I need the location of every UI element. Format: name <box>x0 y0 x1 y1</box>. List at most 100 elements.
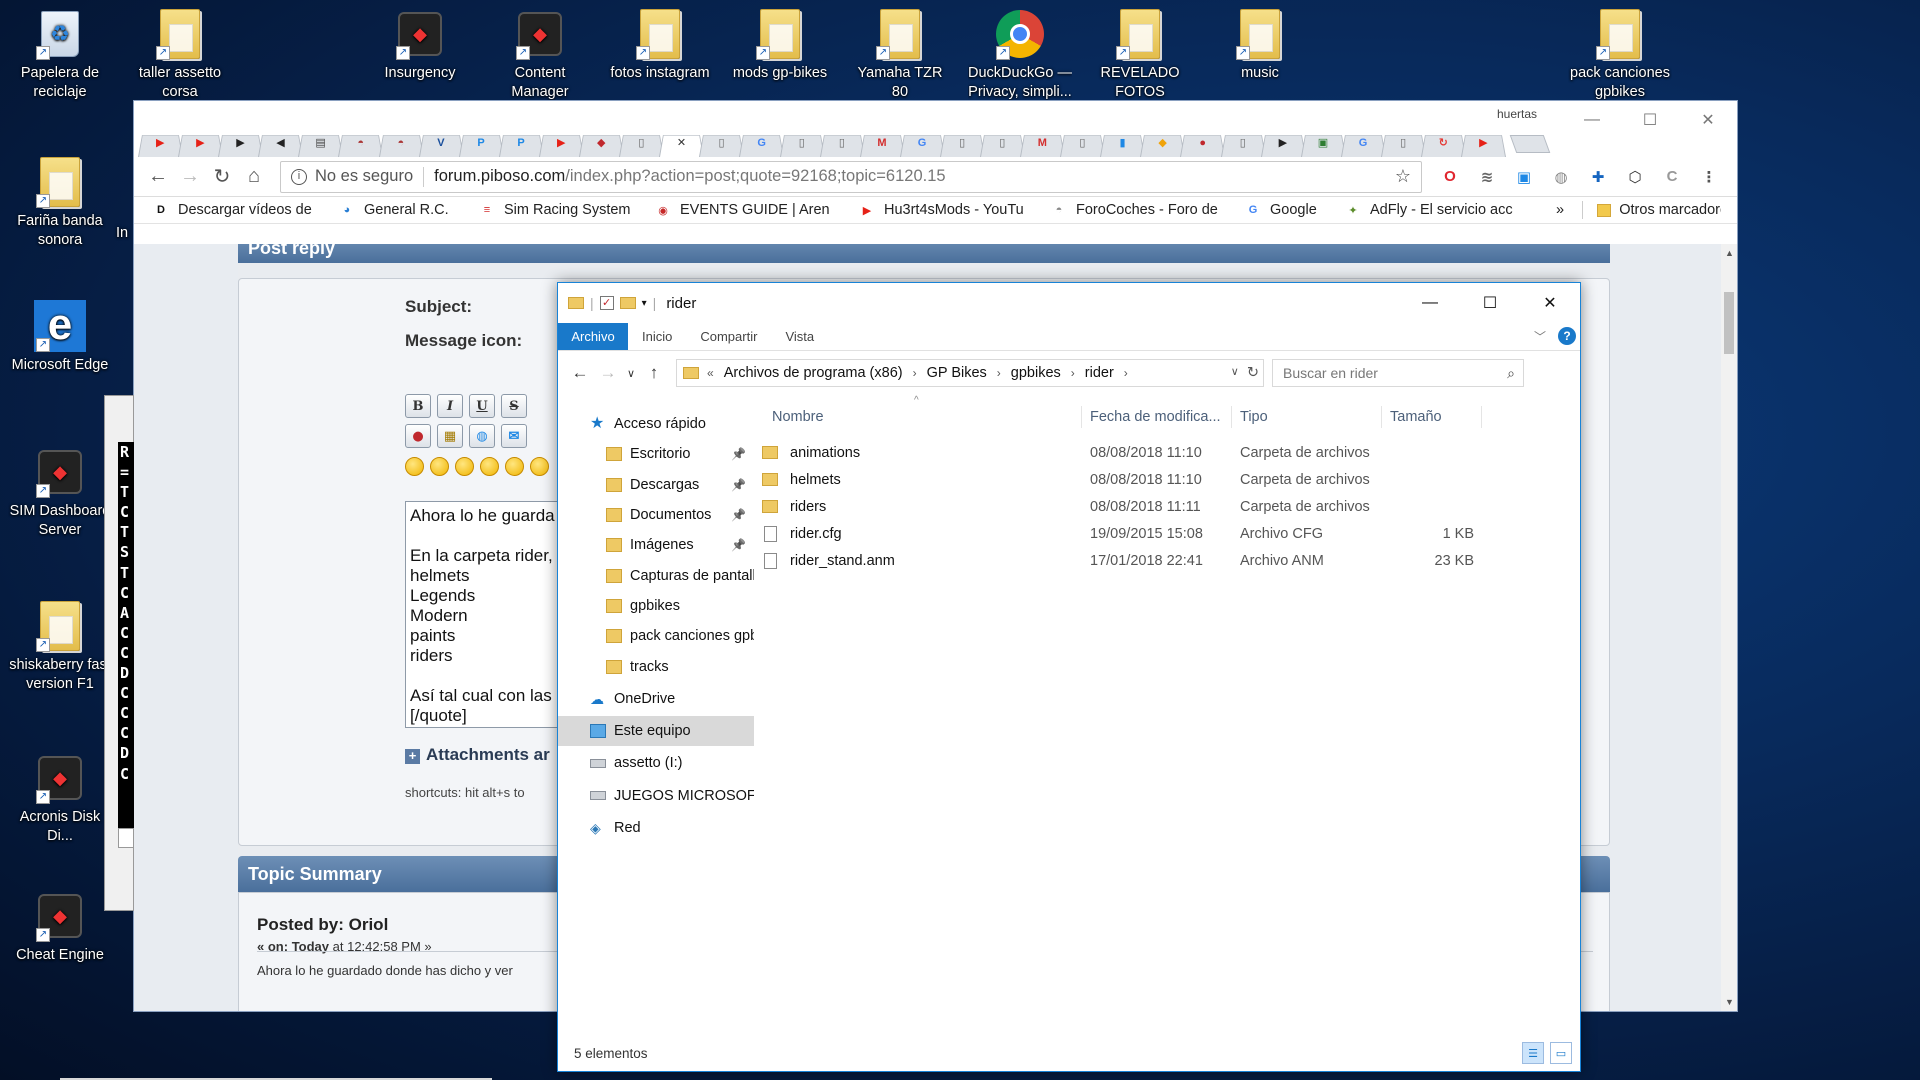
email-icon[interactable]: ✉ <box>501 424 527 448</box>
browser-tab[interactable]: ▣ <box>1307 129 1340 157</box>
bookmark-item[interactable]: D Descargar vídeos de <box>152 202 322 218</box>
browser-tab[interactable]: P <box>505 129 538 157</box>
tab-compartir[interactable]: Compartir <box>686 323 771 350</box>
nav-item[interactable]: ☁ OneDrive <box>558 684 754 714</box>
desktop-icon[interactable]: ↗ mods gp-bikes <box>728 8 832 83</box>
browser-tab[interactable]: ▯ <box>1387 129 1420 157</box>
desktop-icon[interactable]: ◆ ↗ Insurgency <box>368 8 472 83</box>
browser-tab[interactable]: ◆ <box>1146 129 1179 157</box>
browser-tab[interactable]: ✕ <box>665 129 698 157</box>
desktop-icon[interactable]: ◆ ↗ Content Manager <box>488 8 592 102</box>
desktop-icon[interactable]: ↗ Yamaha TZR 80 <box>848 8 952 102</box>
forward-button[interactable]: → <box>174 165 206 188</box>
column-name[interactable]: Nombre <box>754 406 1082 428</box>
cube-icon[interactable]: ⬡ <box>1625 167 1645 187</box>
properties-icon[interactable]: ✓ <box>599 296 614 310</box>
desktop-icon[interactable]: ◆ ↗ Acronis Disk Di... <box>8 752 112 846</box>
nav-item[interactable]: tracks <box>558 651 754 681</box>
browser-tab[interactable]: G <box>1347 129 1380 157</box>
globe-icon[interactable]: ◍ <box>1551 167 1571 187</box>
desktop-icon[interactable]: ↗ fotos instagram <box>608 8 712 83</box>
refresh-icon[interactable]: ↻ <box>1247 365 1259 381</box>
chevron-right-icon[interactable]: › <box>913 366 917 380</box>
browser-tab[interactable]: V <box>425 129 458 157</box>
help-icon[interactable]: ? <box>1558 327 1576 345</box>
flash-icon[interactable]: ● <box>405 424 431 448</box>
column-date[interactable]: Fecha de modifica... <box>1082 406 1232 428</box>
browser-tab[interactable]: P <box>465 129 498 157</box>
other-bookmarks[interactable]: Otros marcadores <box>1596 202 1721 218</box>
puzzle-badge-icon[interactable]: ✚ <box>1588 167 1608 187</box>
bookmark-item[interactable]: ◓ ForoCoches - Foro de <box>1050 202 1228 218</box>
bookmarks-overflow-button[interactable]: » <box>1556 202 1564 218</box>
overflow-chevron-icon[interactable]: « <box>707 366 714 380</box>
menu-icon[interactable]: ⋮ <box>1699 167 1719 187</box>
desktop-icon[interactable]: ↗ shiskaberry fast version F1 <box>8 600 112 694</box>
column-type[interactable]: Tipo <box>1232 406 1382 428</box>
bookmark-item[interactable]: ◕ General R.C. <box>338 202 462 218</box>
maximize-button[interactable]: ☐ <box>1460 283 1520 323</box>
close-icon[interactable]: ✕ <box>673 135 689 151</box>
browser-tab[interactable]: G <box>906 129 939 157</box>
console-input[interactable] <box>118 828 134 848</box>
security-label[interactable]: No es seguro <box>315 167 413 186</box>
customize-dropdown-icon[interactable]: ▾ <box>642 298 647 309</box>
file-row[interactable]: rider_stand.anm 17/01/2018 22:41 Archivo A… <box>754 547 1580 574</box>
screen-badge-icon[interactable]: ▣ <box>1514 167 1534 187</box>
desktop-icon[interactable]: ↗ taller assetto corsa <box>128 8 232 102</box>
history-dropdown-icon[interactable]: ∨ <box>1231 365 1239 381</box>
desktop-icon[interactable]: ◆ ↗ Cheat Engine <box>8 890 112 965</box>
profile-name[interactable]: huertas <box>1497 107 1537 121</box>
new-tab-button[interactable] <box>1509 135 1551 153</box>
nav-item[interactable]: Imágenes 📌 <box>558 530 754 560</box>
browser-tab[interactable]: ▶ <box>1267 129 1300 157</box>
bookmark-item[interactable]: ≡ Sim Racing System <box>478 202 638 218</box>
browser-tab[interactable]: ▯ <box>946 129 979 157</box>
underline-button[interactable]: U <box>469 394 495 418</box>
back-button[interactable]: ← <box>566 363 594 383</box>
browser-tab[interactable]: ◀ <box>264 129 297 157</box>
nav-item[interactable]: assetto (I:) <box>558 748 754 778</box>
browser-tab[interactable]: ↻ <box>1427 129 1460 157</box>
breadcrumb-bar[interactable]: « Archivos de programa (x86) › GP Bikes … <box>676 359 1264 387</box>
desktop-icon[interactable]: ↗ pack canciones gpbikes <box>1568 8 1672 102</box>
browser-tab[interactable]: ◓ <box>385 129 418 157</box>
browser-tab[interactable]: ▯ <box>1066 129 1099 157</box>
nav-item[interactable]: Capturas de pantall <box>558 560 754 590</box>
smiley-icon[interactable] <box>455 457 474 476</box>
image-icon[interactable]: ▦ <box>437 424 463 448</box>
file-row[interactable]: riders 08/08/2018 11:11 Carpeta de archivo… <box>754 493 1580 520</box>
recent-dropdown-icon[interactable]: ∨ <box>622 367 640 380</box>
forward-button[interactable]: → <box>594 363 622 383</box>
chevron-right-icon[interactable]: › <box>1071 366 1075 380</box>
browser-tab[interactable]: M <box>1026 129 1059 157</box>
desktop-icon[interactable]: e ↗ Microsoft Edge <box>8 300 112 375</box>
nav-item[interactable]: pack canciones gpb <box>558 621 754 651</box>
desktop-icon[interactable]: ↗ REVELADO FOTOS REFLEX <box>1088 8 1192 102</box>
scroll-down-icon[interactable]: ▼ <box>1725 997 1734 1007</box>
tab-vista[interactable]: Vista <box>771 323 828 350</box>
nav-item[interactable]: Documentos 📌 <box>558 500 754 530</box>
minimize-button[interactable]: — <box>1563 101 1621 139</box>
browser-tab[interactable]: ▶ <box>144 129 177 157</box>
chevron-right-icon[interactable]: › <box>1124 366 1128 380</box>
opera-icon[interactable]: O <box>1440 167 1460 187</box>
bookmark-star-icon[interactable]: ☆ <box>1395 166 1411 187</box>
bookmark-item[interactable]: ▶ Hu3rt4sMods - YouTu <box>858 202 1034 218</box>
nav-item[interactable]: Escritorio 📌 <box>558 439 754 469</box>
smiley-icon[interactable] <box>530 457 549 476</box>
nav-item[interactable]: Este equipo <box>558 715 754 747</box>
breadcrumb-item[interactable]: Archivos de programa (x86) <box>724 365 903 381</box>
search-icon[interactable]: ⌕ <box>1507 365 1515 382</box>
browser-tab[interactable]: ▯ <box>786 129 819 157</box>
globe-icon[interactable]: ◍ <box>469 424 495 448</box>
browser-tab[interactable]: G <box>745 129 778 157</box>
large-icons-view-icon[interactable]: ▭ <box>1550 1042 1572 1064</box>
italic-button[interactable]: I <box>437 394 463 418</box>
desktop-icon[interactable]: ◆ ↗ SIM Dashboard Server <box>8 446 112 540</box>
breadcrumb-item[interactable]: gpbikes <box>1011 365 1061 381</box>
browser-tab[interactable]: ▯ <box>826 129 859 157</box>
nav-item[interactable]: ◈ Red <box>558 813 754 843</box>
expand-ribbon-icon[interactable]: ﹀ <box>1534 328 1546 345</box>
new-folder-icon[interactable] <box>619 297 636 309</box>
